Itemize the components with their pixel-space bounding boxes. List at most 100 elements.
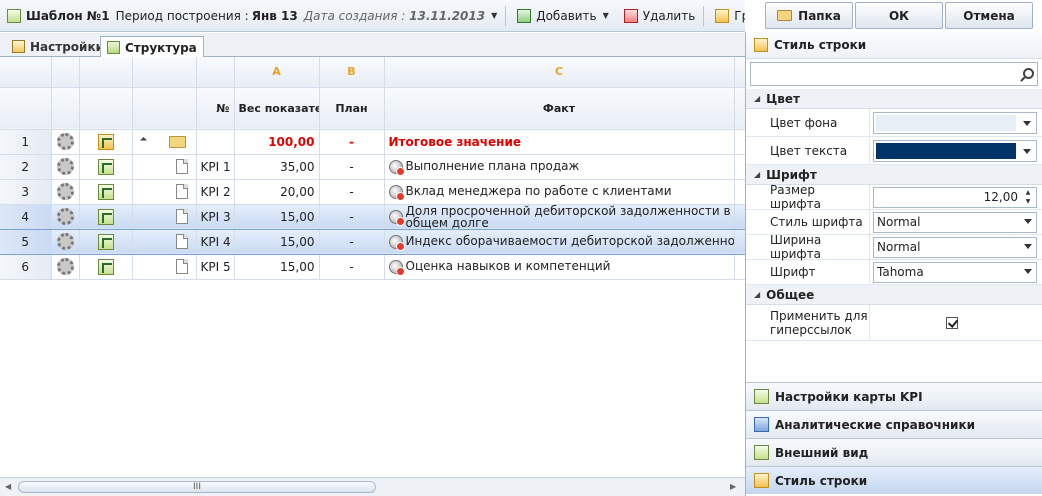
scrollbar-thumb[interactable]: III bbox=[18, 481, 376, 493]
table-row[interactable]: 3 KPI 2 20,00- Вклад менеджера по работе с … bbox=[0, 179, 745, 205]
chevron-down-icon[interactable]: ▼ bbox=[491, 11, 497, 20]
bg-color-picker[interactable] bbox=[873, 111, 1037, 134]
row-number[interactable]: 5 bbox=[0, 228, 52, 255]
fact-cell[interactable]: Вклад менеджера по работе с клиентами bbox=[384, 179, 735, 205]
expand-triangle-icon[interactable] bbox=[139, 136, 147, 144]
font-width-select[interactable]: Normal bbox=[873, 236, 1037, 258]
column-letter-c[interactable]: C bbox=[384, 57, 735, 88]
table-row[interactable]: 2 KPI 1 35,00- Выполнение плана продаж bbox=[0, 154, 745, 180]
group-element-button[interactable]: Группа\элемент bbox=[708, 4, 745, 28]
row-settings-cell[interactable] bbox=[51, 129, 80, 155]
row-settings-cell[interactable] bbox=[51, 179, 80, 205]
accordion-analytic-directories[interactable]: Аналитические справочники bbox=[746, 410, 1042, 438]
gear-icon[interactable] bbox=[56, 183, 74, 200]
gear-icon[interactable] bbox=[56, 133, 74, 150]
kpi-code[interactable]: KPI 1 bbox=[196, 154, 235, 180]
kpi-card-icon[interactable] bbox=[97, 258, 114, 275]
accordion-row-style[interactable]: Стиль строки bbox=[746, 466, 1042, 494]
row-number[interactable]: 4 bbox=[0, 203, 52, 230]
row-settings-cell[interactable] bbox=[51, 254, 80, 280]
tab-structure[interactable]: Структура bbox=[100, 36, 204, 58]
kpi-card-icon[interactable] bbox=[97, 233, 114, 250]
plan-cell[interactable]: - bbox=[319, 203, 385, 230]
font-section-header[interactable]: ◢ Шрифт bbox=[746, 165, 1042, 185]
scroll-right-icon[interactable]: ▶ bbox=[730, 482, 736, 491]
row-structure-cell[interactable] bbox=[79, 154, 133, 180]
kpi-code[interactable]: KPI 3 bbox=[196, 203, 235, 230]
general-section-header[interactable]: ◢ Общее bbox=[746, 285, 1042, 305]
gear-icon[interactable] bbox=[56, 233, 74, 250]
table-row[interactable]: 1 100,00- Итоговое значение bbox=[0, 129, 745, 155]
kpi-card-icon[interactable] bbox=[97, 158, 114, 175]
ok-button[interactable]: ОК bbox=[855, 2, 943, 29]
row-structure-cell[interactable] bbox=[79, 254, 133, 280]
accordion-appearance[interactable]: Внешний вид bbox=[746, 438, 1042, 466]
kpi-code[interactable]: KPI 2 bbox=[196, 179, 235, 205]
font-family-select[interactable]: Tahoma bbox=[873, 261, 1037, 283]
spin-up-icon[interactable]: ▲ bbox=[1022, 189, 1034, 197]
row-settings-cell[interactable] bbox=[51, 203, 80, 230]
search-icon[interactable] bbox=[1023, 68, 1034, 79]
kpi-card-icon[interactable] bbox=[97, 208, 114, 225]
row-structure-cell[interactable] bbox=[79, 179, 133, 205]
gear-icon[interactable] bbox=[56, 158, 74, 175]
plan-header[interactable]: План bbox=[319, 87, 385, 130]
horizontal-scrollbar[interactable]: ◀ III ▶ bbox=[0, 477, 745, 496]
row-structure-cell[interactable] bbox=[79, 228, 133, 255]
tab-settings[interactable]: Настройки bbox=[6, 36, 110, 57]
gear-icon[interactable] bbox=[56, 208, 74, 225]
font-size-stepper[interactable]: 12,00 ▲ ▼ bbox=[873, 186, 1037, 208]
add-button[interactable]: Добавить ▼ bbox=[510, 4, 617, 28]
gear-icon[interactable] bbox=[56, 258, 74, 275]
kpi-card-icon[interactable] bbox=[97, 183, 114, 200]
row-settings-cell[interactable] bbox=[51, 154, 80, 180]
fact-cell[interactable]: Индекс оборачиваемости дебиторской задол… bbox=[384, 228, 735, 255]
property-search-input[interactable] bbox=[750, 62, 1038, 86]
row-structure-cell[interactable] bbox=[79, 129, 133, 155]
fact-cell[interactable]: Итоговое значение bbox=[384, 129, 735, 155]
weight-cell[interactable]: 100,00 bbox=[234, 129, 320, 155]
kpi-code[interactable] bbox=[196, 129, 235, 155]
folder-button[interactable]: Папка bbox=[765, 2, 853, 29]
weight-header[interactable]: Вес показателя bbox=[234, 87, 320, 130]
fact-cell[interactable]: Оценка навыков и компетенций bbox=[384, 254, 735, 280]
plan-cell[interactable]: - bbox=[319, 129, 385, 155]
row-settings-cell[interactable] bbox=[51, 228, 80, 255]
weight-cell[interactable]: 20,00 bbox=[234, 179, 320, 205]
row-number[interactable]: 3 bbox=[0, 179, 52, 205]
accordion-kpi-map-settings[interactable]: Настройки карты KPI bbox=[746, 382, 1042, 410]
table-row[interactable]: 5 KPI 4 15,00- Индекс оборачиваемости дебит… bbox=[0, 228, 745, 255]
text-color-picker[interactable] bbox=[873, 139, 1037, 162]
fact-cell[interactable]: Доля просроченной дебиторской задолженно… bbox=[384, 203, 735, 230]
delete-button[interactable]: Удалить bbox=[617, 4, 700, 28]
apply-hyperlinks-checkbox[interactable] bbox=[946, 316, 958, 329]
plan-cell[interactable]: - bbox=[319, 154, 385, 180]
row-number[interactable]: 1 bbox=[0, 129, 52, 155]
plan-cell[interactable]: - bbox=[319, 254, 385, 280]
kpi-code[interactable]: KPI 5 bbox=[196, 254, 235, 280]
spin-down-icon[interactable]: ▼ bbox=[1022, 198, 1034, 206]
num-header[interactable]: № bbox=[196, 87, 235, 130]
font-style-select[interactable]: Normal bbox=[873, 211, 1037, 233]
weight-cell[interactable]: 15,00 bbox=[234, 203, 320, 230]
weight-cell[interactable]: 15,00 bbox=[234, 254, 320, 280]
weight-cell[interactable]: 15,00 bbox=[234, 228, 320, 255]
table-row[interactable]: 4 KPI 3 15,00- Доля просроченной дебиторско… bbox=[0, 203, 745, 230]
scroll-left-icon[interactable]: ◀ bbox=[5, 482, 11, 491]
plan-cell[interactable]: - bbox=[319, 228, 385, 255]
cancel-button[interactable]: Отмена bbox=[945, 2, 1033, 29]
column-letter-b[interactable]: B bbox=[319, 57, 385, 88]
kpi-code[interactable]: KPI 4 bbox=[196, 228, 235, 255]
row-structure-cell[interactable] bbox=[79, 203, 133, 230]
hierarchy-icon[interactable] bbox=[97, 133, 114, 150]
row-number[interactable]: 2 bbox=[0, 154, 52, 180]
row-number[interactable]: 6 bbox=[0, 254, 52, 280]
fact-header[interactable]: Факт bbox=[384, 87, 735, 130]
color-section-header[interactable]: ◢ Цвет bbox=[746, 89, 1042, 109]
column-letter-a[interactable]: A bbox=[234, 57, 320, 88]
period-value[interactable]: Янв 13 bbox=[252, 9, 298, 23]
fact-cell[interactable]: Выполнение плана продаж bbox=[384, 154, 735, 180]
weight-cell[interactable]: 35,00 bbox=[234, 154, 320, 180]
plan-cell[interactable]: - bbox=[319, 179, 385, 205]
table-row[interactable]: 6 KPI 5 15,00- Оценка навыков и компетенций bbox=[0, 254, 745, 280]
